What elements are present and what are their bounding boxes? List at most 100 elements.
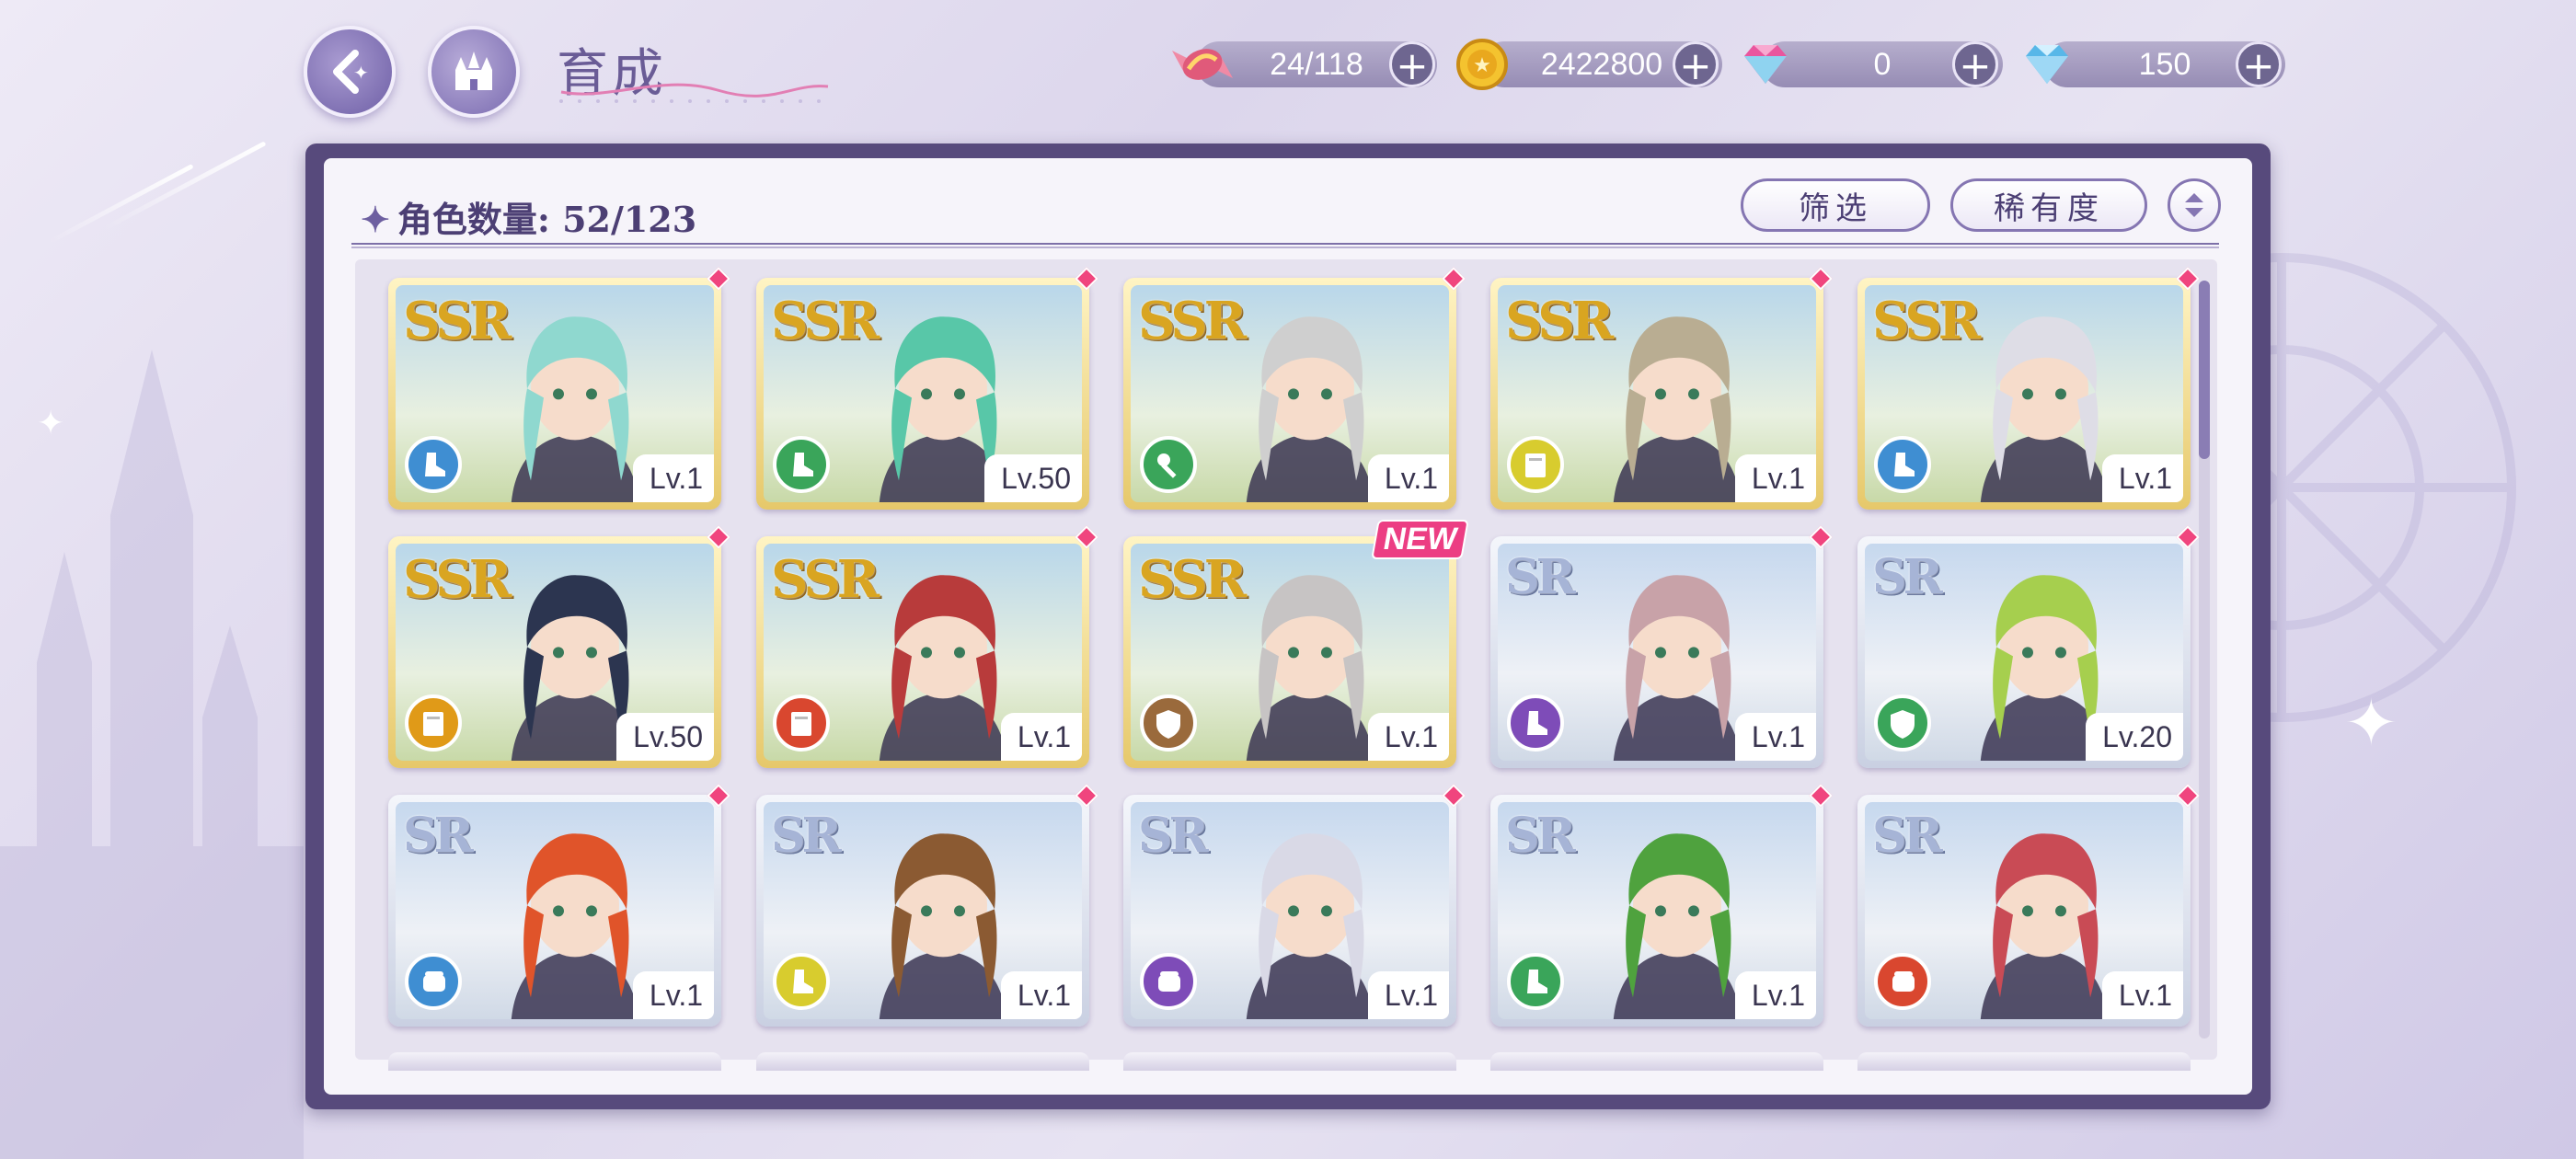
boot-icon bbox=[425, 453, 445, 476]
class-badge bbox=[1140, 694, 1197, 752]
level-label: Lv.20 bbox=[2086, 713, 2183, 761]
rarity-badge: SR bbox=[1872, 549, 1943, 605]
class-badge bbox=[773, 953, 830, 1010]
add-gold-button[interactable]: + bbox=[1673, 41, 1719, 88]
character-portrait: SR Lv.1 bbox=[1498, 544, 1816, 761]
svg-text:✦: ✦ bbox=[353, 62, 369, 84]
level-label: Lv.1 bbox=[1367, 713, 1449, 761]
class-badge bbox=[1507, 694, 1564, 752]
class-badge bbox=[405, 436, 462, 493]
svg-text:★: ★ bbox=[1473, 54, 1491, 77]
character-card[interactable]: SSR Lv.1 NEW bbox=[1123, 520, 1469, 768]
class-badge bbox=[773, 694, 830, 752]
level-label: Lv.50 bbox=[616, 713, 714, 761]
character-card[interactable]: SR Lv.1 bbox=[1857, 784, 2200, 1027]
boot-icon bbox=[1527, 970, 1547, 993]
fist-icon bbox=[1892, 971, 1915, 992]
add-blue-gem-button[interactable]: + bbox=[2236, 41, 2282, 88]
class-badge bbox=[1507, 436, 1564, 493]
class-badge bbox=[405, 694, 462, 752]
next-row-card[interactable] bbox=[756, 1052, 1089, 1071]
class-badge bbox=[1874, 436, 1931, 493]
next-row-card[interactable] bbox=[1123, 1052, 1456, 1071]
castle-home-icon bbox=[455, 52, 492, 90]
add-candy-button[interactable]: + bbox=[1389, 41, 1435, 88]
light-streak-decoration bbox=[45, 164, 194, 246]
character-card[interactable]: SSR Lv.1 bbox=[756, 525, 1098, 768]
character-portrait: SSR Lv.50 bbox=[396, 544, 714, 761]
character-card[interactable]: SR Lv.20 bbox=[1857, 525, 2200, 768]
character-card[interactable]: SSR Lv.50 bbox=[388, 525, 730, 768]
level-label: Lv.1 bbox=[2101, 971, 2183, 1019]
level-label: Lv.1 bbox=[1000, 713, 1082, 761]
fist-icon bbox=[1158, 971, 1180, 992]
add-pink-gem-button[interactable]: + bbox=[1952, 41, 1998, 88]
level-label: Lv.1 bbox=[2101, 454, 2183, 502]
rarity-badge: SSR bbox=[403, 549, 512, 610]
level-label: Lv.50 bbox=[984, 454, 1082, 502]
character-card[interactable]: SR Lv.1 bbox=[1490, 784, 1833, 1027]
next-row-card[interactable] bbox=[388, 1052, 721, 1071]
pink-gem-icon bbox=[1744, 45, 1787, 84]
sort-order-toggle[interactable] bbox=[2168, 178, 2221, 232]
level-label: Lv.1 bbox=[1000, 971, 1082, 1019]
character-card[interactable]: SR Lv.1 bbox=[1123, 784, 1466, 1027]
back-button[interactable]: ✦ bbox=[304, 26, 396, 118]
rarity-badge: SSR bbox=[1138, 549, 1247, 610]
sparkle-icon: ✦ bbox=[2344, 685, 2398, 761]
character-card[interactable]: SR Lv.1 bbox=[1490, 525, 1833, 768]
filter-button[interactable]: 筛选 bbox=[1741, 178, 1930, 232]
next-row-card[interactable] bbox=[1857, 1052, 2191, 1071]
level-label: Lv.1 bbox=[632, 454, 714, 502]
rarity-badge: SSR bbox=[771, 291, 880, 351]
rarity-badge: SSR bbox=[1505, 291, 1614, 351]
character-portrait: SSR Lv.1 bbox=[1131, 544, 1449, 761]
class-badge bbox=[405, 953, 462, 1010]
class-badge bbox=[773, 436, 830, 493]
character-card[interactable]: SSR Lv.1 bbox=[1857, 267, 2200, 510]
rarity-badge: SSR bbox=[403, 291, 512, 351]
level-label: Lv.1 bbox=[1734, 454, 1816, 502]
light-streak-decoration bbox=[101, 141, 267, 232]
rarity-badge: SR bbox=[1505, 549, 1576, 605]
character-card[interactable]: SR Lv.1 bbox=[388, 784, 730, 1027]
character-card[interactable]: SSR Lv.50 bbox=[756, 267, 1098, 510]
class-badge bbox=[1874, 953, 1931, 1010]
class-badge bbox=[1874, 694, 1931, 752]
boot-icon bbox=[793, 453, 813, 476]
sort-order-icon bbox=[2185, 193, 2203, 217]
character-portrait: SSR Lv.1 bbox=[396, 285, 714, 502]
rarity-badge: SR bbox=[771, 808, 842, 864]
sort-rarity-button[interactable]: 稀有度 bbox=[1950, 178, 2147, 232]
rarity-badge: SR bbox=[403, 808, 474, 864]
header-divider bbox=[351, 243, 2219, 248]
character-portrait: SR Lv.20 bbox=[1865, 544, 2183, 761]
character-count-text: 角色数量: 52/123 bbox=[397, 199, 697, 240]
book-icon bbox=[1525, 453, 1546, 477]
shield-icon bbox=[1891, 710, 1915, 739]
character-portrait: SR Lv.1 bbox=[396, 802, 714, 1019]
character-portrait: SSR Lv.1 bbox=[764, 544, 1082, 761]
shield-icon bbox=[1156, 710, 1180, 739]
gold-value: 2422800 bbox=[1540, 46, 1663, 82]
scrollbar-thumb[interactable] bbox=[2199, 281, 2210, 459]
pink-gem-value: 0 bbox=[1873, 46, 1892, 82]
book-icon bbox=[423, 712, 443, 736]
character-portrait: SR Lv.1 bbox=[1498, 802, 1816, 1019]
home-button[interactable] bbox=[428, 26, 520, 118]
gold-coin-icon: ★ bbox=[1456, 39, 1508, 90]
new-badge: NEW bbox=[1370, 520, 1469, 559]
blue-diamond-icon bbox=[2026, 45, 2068, 84]
sparkle-icon: ✦ bbox=[361, 199, 390, 240]
character-card[interactable]: SR Lv.1 bbox=[756, 784, 1098, 1027]
sparkle-icon: ✦ bbox=[37, 405, 65, 442]
character-card[interactable]: SSR Lv.1 bbox=[1123, 267, 1466, 510]
character-portrait: SSR Lv.1 bbox=[1498, 285, 1816, 502]
class-badge bbox=[1140, 953, 1197, 1010]
next-row-card[interactable] bbox=[1490, 1052, 1823, 1071]
character-card[interactable]: SSR Lv.1 bbox=[1490, 267, 1833, 510]
candy-value: 24/118 bbox=[1270, 46, 1363, 82]
back-arrow-icon: ✦ bbox=[333, 50, 369, 94]
character-card[interactable]: SSR Lv.1 bbox=[388, 267, 730, 510]
class-badge bbox=[1507, 953, 1564, 1010]
